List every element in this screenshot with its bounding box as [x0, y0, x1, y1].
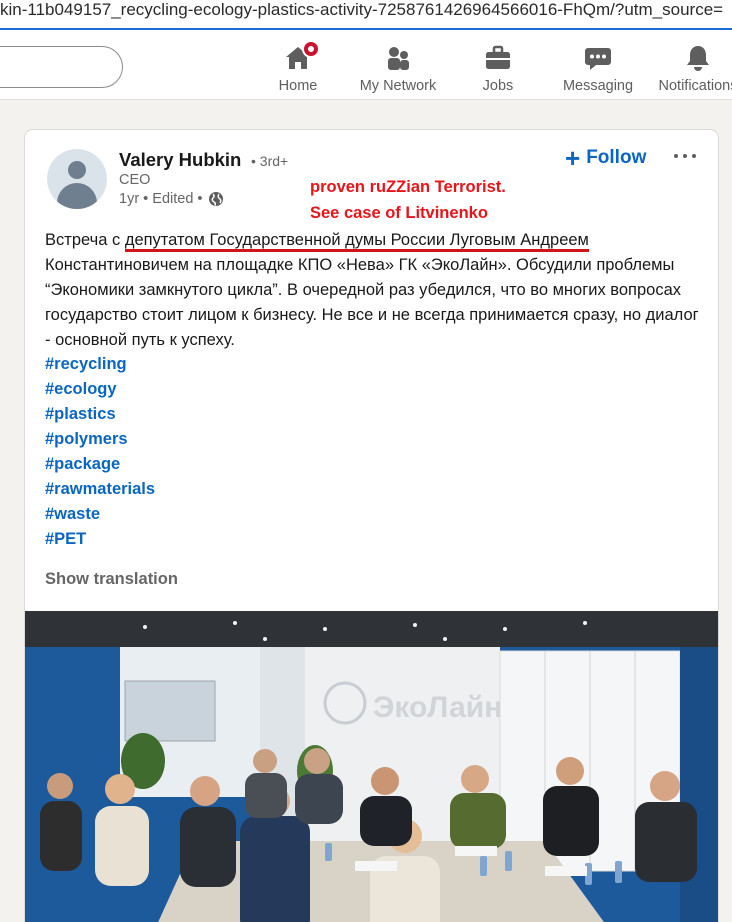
nav-home[interactable]: Home [248, 40, 348, 96]
post-card: Valery Hubkin • 3rd+ CEO 1yr • Edited • … [24, 129, 719, 922]
plus-icon: + [565, 143, 581, 173]
hashtag-link[interactable]: #waste [45, 502, 155, 527]
post-meta: 1yr • Edited • [119, 191, 224, 207]
hashtag-link[interactable]: #plastics [45, 402, 155, 427]
hashtag-link[interactable]: #PET [45, 527, 155, 552]
post-time: 1yr • Edited • [119, 191, 203, 207]
nav-label: Home [278, 78, 318, 94]
nav-messaging[interactable]: Messaging [548, 40, 648, 96]
nav-my-network[interactable]: My Network [348, 40, 448, 96]
post-photo[interactable]: ЭкоЛайн [25, 611, 718, 922]
globe-icon [208, 192, 223, 206]
wall-logo-text: ЭкоЛайн [373, 691, 502, 724]
chat-icon [584, 44, 612, 72]
hashtag-list: #recycling #ecology #plastics #polymers … [45, 352, 155, 552]
nav-label: My Network [359, 78, 437, 94]
post-text: Встреча с депутатом Государственной думы… [45, 231, 699, 349]
author-headline: CEO [119, 172, 151, 188]
address-bar[interactable]: kin-11b049157_recycling-ecology-plastics… [0, 0, 732, 30]
hashtag-link[interactable]: #rawmaterials [45, 477, 155, 502]
hashtag-link[interactable]: #ecology [45, 377, 155, 402]
network-icon [384, 44, 412, 72]
author-name[interactable]: Valery Hubkin [119, 149, 241, 171]
avatar[interactable] [47, 149, 107, 209]
notification-badge [302, 40, 320, 58]
red-annotation: proven ruZZian Terrorist. See case of Li… [310, 178, 506, 222]
home-icon [284, 40, 320, 72]
url-text: kin-11b049157_recycling-ecology-plastics… [0, 0, 724, 19]
briefcase-icon [484, 44, 512, 72]
nav-label: Messaging [562, 78, 634, 94]
show-translation-button[interactable]: Show translation [45, 570, 178, 589]
underlined-phrase: депутатом Государственной думы России Лу… [124, 231, 589, 252]
hashtag-link[interactable]: #polymers [45, 427, 155, 452]
search-input[interactable] [0, 46, 123, 88]
more-options-icon[interactable] [671, 144, 699, 168]
hashtag-link[interactable]: #recycling [45, 352, 155, 377]
nav-label: Jobs [482, 78, 514, 94]
top-nav: Home My Network Jobs Messaging Notificat… [0, 30, 732, 100]
nav-label: Notifications [658, 78, 732, 94]
hashtag-link[interactable]: #package [45, 452, 155, 477]
connection-degree: • 3rd+ [251, 153, 289, 169]
bell-icon [684, 44, 712, 72]
nav-jobs[interactable]: Jobs [448, 40, 548, 96]
follow-label: Follow [586, 147, 647, 168]
nav-notifications[interactable]: Notifications [648, 40, 732, 96]
follow-button[interactable]: + Follow [565, 144, 646, 172]
